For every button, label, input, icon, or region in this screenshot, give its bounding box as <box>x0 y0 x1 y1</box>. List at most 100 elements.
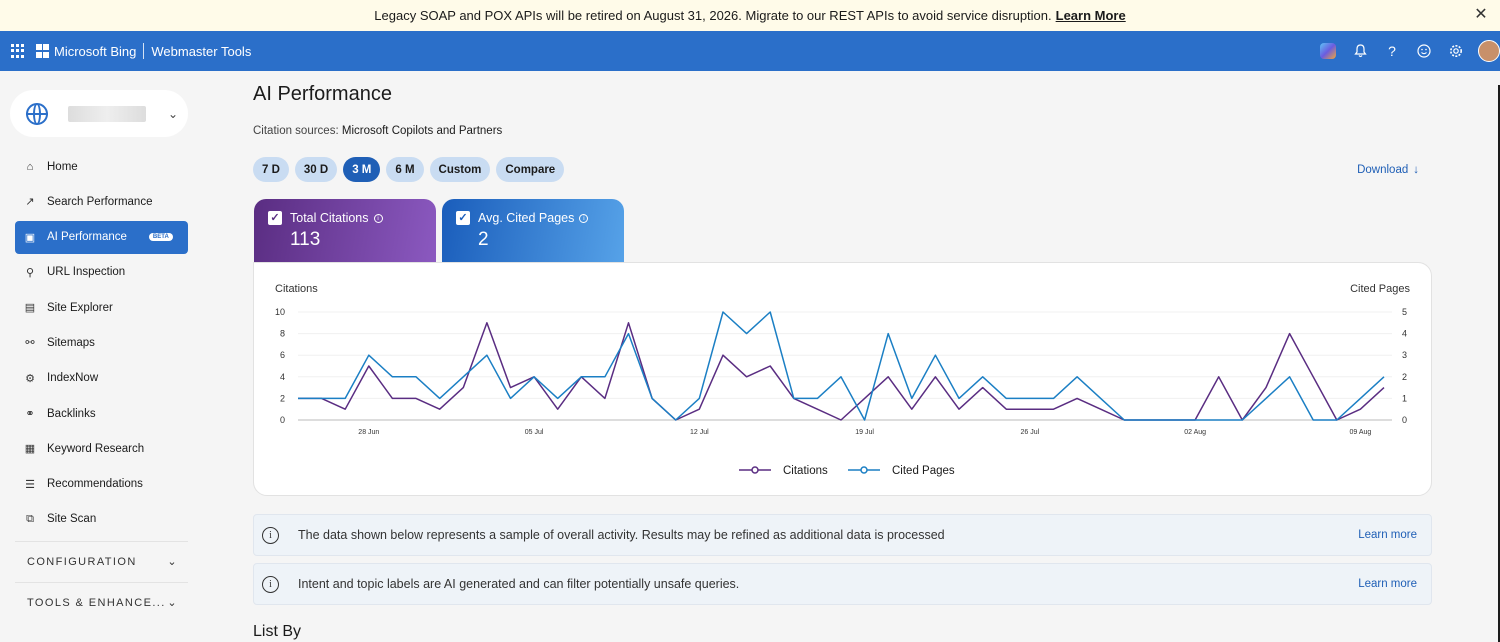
sidebar-item-recommendations[interactable]: ☰ Recommendations <box>15 468 188 501</box>
sidebar-item-keyword-research[interactable]: ▦ Keyword Research <box>15 432 188 465</box>
sidebar-item-url-inspection[interactable]: ⚲ URL Inspection <box>15 256 188 289</box>
main-content: AI Performance Citation sources: Microso… <box>253 71 1433 642</box>
range-6m-button[interactable]: 6 M <box>386 157 424 182</box>
notice-text: The data shown below represents a sample… <box>298 528 945 542</box>
series-line-cited-pages <box>298 311 1385 421</box>
waffle-icon[interactable] <box>11 44 25 58</box>
sidebar-section-configuration[interactable]: CONFIGURATION ⌄ <box>15 541 188 581</box>
deprecation-banner: Legacy SOAP and POX APIs will be retired… <box>0 0 1500 31</box>
section-label: TOOLS & ENHANCE... <box>27 596 166 609</box>
checkbox-icon[interactable]: ✓ <box>268 211 282 225</box>
x-tick-label: 28 Jun <box>358 429 379 436</box>
legend-marker <box>860 466 868 474</box>
info-icon: i <box>262 526 279 544</box>
sidebar-item-ai-performance[interactable]: ▣ AI Performance BETA <box>15 220 188 254</box>
learn-more-link[interactable]: Learn more <box>1358 578 1417 590</box>
learn-more-link[interactable]: Learn more <box>1358 529 1417 541</box>
sidebar-item-site-scan[interactable]: ⧉ Site Scan <box>15 503 188 536</box>
kpi-avg-cited-pages[interactable]: ✓ Avg. Cited Pages i 2 <box>442 199 624 263</box>
sidebar-item-home[interactable]: ⌂ Home <box>15 150 188 183</box>
y-tick-left: 0 <box>280 415 285 425</box>
header-actions: ? <box>1312 31 1500 71</box>
beta-badge: BETA <box>148 233 173 242</box>
smiley-icon[interactable] <box>1408 31 1440 71</box>
brand-name[interactable]: Microsoft Bing <box>54 44 136 59</box>
kpi-value: 2 <box>478 229 489 250</box>
y-tick-right: 4 <box>1402 329 1407 339</box>
close-icon[interactable]: ✕ <box>1472 6 1490 24</box>
page-title: AI Performance <box>253 83 392 105</box>
sidebar-item-label: Sitemaps <box>47 336 95 349</box>
x-tick-label: 09 Aug <box>1349 429 1371 436</box>
section-label: CONFIGURATION <box>27 555 137 568</box>
y-axis-right-title: Cited Pages <box>1350 283 1410 295</box>
download-button[interactable]: Download ↓ <box>1357 164 1419 176</box>
sidebar-item-label: AI Performance <box>47 231 127 244</box>
kpi-label: Total Citations <box>290 211 369 225</box>
sidebar-item-label: Site Explorer <box>47 301 113 314</box>
bell-icon[interactable] <box>1344 31 1376 71</box>
info-icon[interactable]: i <box>373 213 383 223</box>
x-tick-label: 02 Aug <box>1184 429 1206 436</box>
chevron-down-icon[interactable]: ⌄ <box>168 107 178 121</box>
legend-marker <box>751 466 759 474</box>
sitemap-icon: ⚯ <box>25 337 35 350</box>
range-30d-button[interactable]: 30 D <box>294 157 338 182</box>
compare-button[interactable]: Compare <box>496 157 565 182</box>
sidebar-item-label: Site Scan <box>47 513 97 526</box>
banner-text: Legacy SOAP and POX APIs will be retired… <box>374 8 1052 23</box>
copilot-icon[interactable] <box>1312 31 1344 71</box>
globe-icon <box>26 102 48 125</box>
y-tick-left: 10 <box>275 307 285 317</box>
download-label: Download <box>1357 164 1409 176</box>
checkbox-icon[interactable]: ✓ <box>456 211 470 225</box>
sidebar-nav: ⌂ Home ↗ Search Performance ▣ AI Perform… <box>15 150 188 538</box>
kpi-total-citations[interactable]: ✓ Total Citations i 113 <box>254 199 436 263</box>
y-tick-right: 0 <box>1402 415 1407 425</box>
gear-icon: ⚙ <box>25 372 35 385</box>
range-7d-button[interactable]: 7 D <box>253 157 289 182</box>
info-icon: i <box>262 575 279 593</box>
kpi-label: Avg. Cited Pages <box>478 211 575 225</box>
avatar[interactable] <box>1478 40 1500 62</box>
info-icon[interactable]: i <box>579 213 589 223</box>
y-tick-left: 8 <box>280 329 285 339</box>
kpi-value: 113 <box>290 229 321 250</box>
y-tick-right: 5 <box>1402 307 1407 317</box>
y-tick-right: 3 <box>1402 350 1407 360</box>
range-3m-button[interactable]: 3 M <box>343 157 381 182</box>
document-icon: ▦ <box>24 443 36 456</box>
ai-icon: ▣ <box>24 231 36 244</box>
y-tick-right: 1 <box>1402 393 1407 403</box>
performance-chart: Citations Cited Pages 0 2 4 6 8 10 0 1 2 3 4 5 28 Jun 0… <box>275 283 1411 477</box>
list-by-heading: List By <box>253 623 302 640</box>
citation-sources-label: Citation sources: <box>253 125 339 137</box>
notice-text: Intent and topic labels are AI generated… <box>298 577 740 591</box>
y-tick-left: 6 <box>280 350 285 360</box>
x-tick-label: 19 Jul <box>855 429 874 436</box>
sidebar: ⌄ ⌂ Home ↗ Search Performance ▣ AI Perfo… <box>0 71 200 642</box>
home-icon: ⌂ <box>26 160 34 173</box>
link-icon: ⚭ <box>25 408 35 421</box>
sidebar-item-label: Search Performance <box>47 195 153 208</box>
y-tick-left: 4 <box>280 372 285 382</box>
range-custom-button[interactable]: Custom <box>429 157 491 182</box>
sidebar-section-tools[interactable]: TOOLS & ENHANCE... ⌄ <box>15 582 188 622</box>
scan-icon: ⧉ <box>26 512 34 525</box>
chart-card: Citations Cited Pages 0 2 4 6 8 10 0 1 2 3 4 5 28 Jun 0… <box>253 262 1432 496</box>
banner-learn-more-link[interactable]: Learn More <box>1056 8 1126 23</box>
help-icon[interactable]: ? <box>1376 31 1408 71</box>
product-name[interactable]: Webmaster Tools <box>151 44 251 59</box>
sidebar-item-backlinks[interactable]: ⚭ Backlinks <box>15 397 188 430</box>
sidebar-item-site-explorer[interactable]: ▤ Site Explorer <box>15 291 188 324</box>
sidebar-item-label: IndexNow <box>47 372 99 385</box>
gear-icon[interactable] <box>1440 31 1472 71</box>
sidebar-item-label: URL Inspection <box>47 266 126 279</box>
sidebar-item-search-performance[interactable]: ↗ Search Performance <box>15 185 188 218</box>
sidebar-item-indexnow[interactable]: ⚙ IndexNow <box>15 362 188 395</box>
sidebar-item-sitemaps[interactable]: ⚯ Sitemaps <box>15 326 188 359</box>
download-icon: ↓ <box>1413 164 1419 176</box>
site-picker[interactable]: ⌄ <box>10 90 188 137</box>
site-name-redacted <box>68 105 146 122</box>
magnifier-icon: ⚲ <box>25 266 35 279</box>
